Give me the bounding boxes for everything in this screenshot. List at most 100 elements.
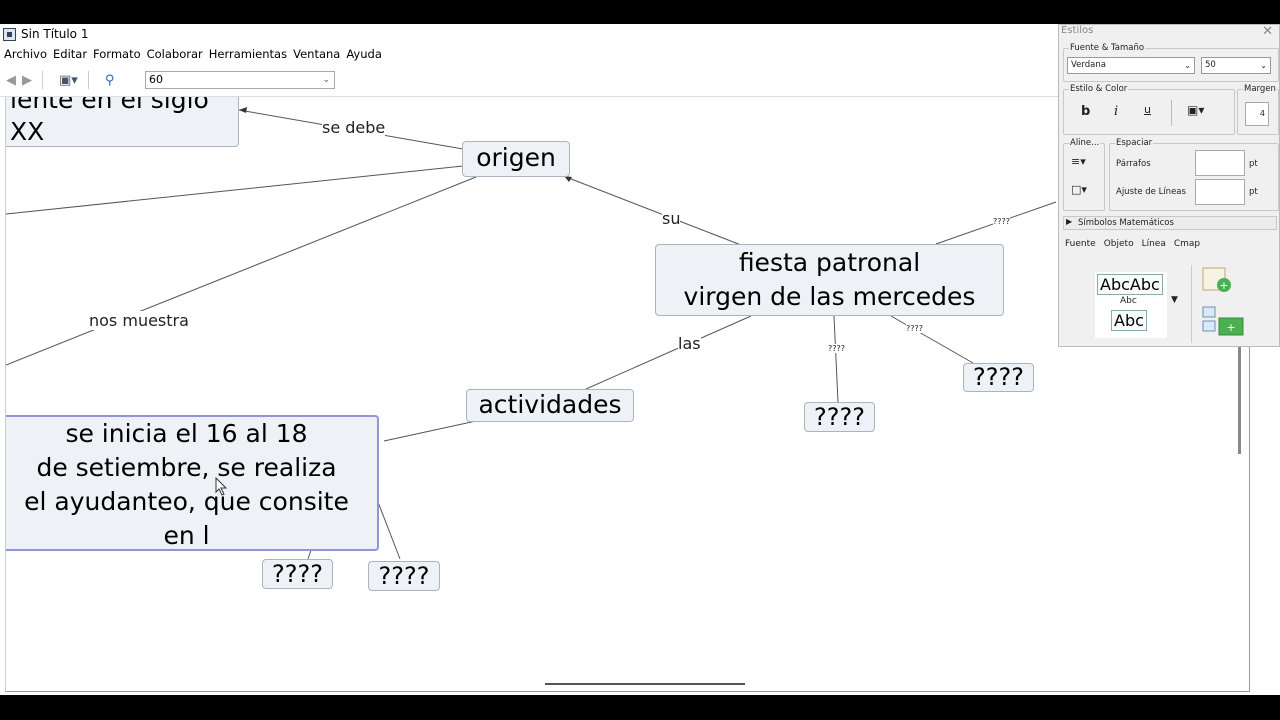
paragraph-spacing-input[interactable]: [1195, 150, 1245, 176]
chevron-down-icon: ⌄: [1260, 61, 1267, 70]
menu-formato[interactable]: Formato: [93, 47, 141, 61]
link-label-su[interactable]: su: [662, 209, 681, 228]
zoom-icon[interactable]: ⚲: [105, 73, 115, 88]
tab-cmap[interactable]: Cmap: [1174, 239, 1200, 249]
tab-objeto[interactable]: Objeto: [1104, 239, 1134, 249]
font-size-group-label: Fuente & Tamaño: [1069, 43, 1146, 53]
concept-node-actividades[interactable]: actividades: [466, 389, 634, 422]
svg-text:+: +: [1219, 279, 1228, 292]
concept-node-unknown[interactable]: ????: [804, 402, 875, 432]
underline-button[interactable]: u: [1144, 103, 1151, 116]
new-style-icon[interactable]: +: [1199, 265, 1239, 299]
paragraph-spacing-label: Párrafos: [1116, 159, 1151, 169]
top-black-bar: [0, 0, 1280, 24]
link-line: [585, 315, 752, 390]
zoom-value: 60: [149, 73, 163, 86]
menu-bar: Archivo Editar Formato Colaborar Herrami…: [0, 44, 1060, 64]
horizontal-scrollbar[interactable]: [545, 683, 745, 685]
forward-arrow-icon[interactable]: ▶: [22, 73, 32, 88]
expand-triangle-icon: ▶: [1066, 217, 1073, 226]
concept-node-unknown[interactable]: ????: [368, 561, 440, 591]
menu-ventana[interactable]: Ventana: [293, 47, 340, 61]
view-options-icon[interactable]: ▣▾: [59, 73, 78, 88]
link-label-unknown[interactable]: ????: [906, 324, 923, 333]
math-symbols-label: Símbolos Matemáticos: [1078, 218, 1174, 228]
math-symbols-section[interactable]: ▶ Símbolos Matemáticos: [1063, 216, 1277, 230]
chevron-down-icon: ⌄: [1184, 61, 1191, 70]
window-title: Sin Título 1: [21, 27, 89, 41]
vertical-scrollbar[interactable]: [1238, 344, 1241, 454]
margin-input[interactable]: 4: [1245, 102, 1269, 126]
font-size-select[interactable]: 50 ⌄: [1201, 57, 1271, 74]
toolbar: ◀ ▶ ▣▾ ⚲ 60 ⌄: [0, 64, 1060, 97]
tab-linea[interactable]: Línea: [1142, 239, 1166, 249]
concept-node-se-inicia[interactable]: se inicia el 16 al 18 de setiembre, se r…: [6, 415, 379, 551]
menu-colaborar[interactable]: Colaborar: [147, 47, 203, 61]
margin-group-label: Margen: [1243, 84, 1277, 94]
font-family-value: Verdana: [1071, 60, 1106, 70]
style-sample-medium: Abc: [1111, 310, 1147, 331]
link-line: [307, 549, 312, 560]
bottom-black-bar: [0, 695, 1280, 720]
app-icon: [3, 27, 16, 41]
menu-ayuda[interactable]: Ayuda: [346, 47, 382, 61]
align-group-label: Aline...: [1069, 138, 1101, 148]
font-family-select[interactable]: Verdana ⌄: [1067, 57, 1195, 74]
align-horizontal-icon[interactable]: □▾: [1071, 183, 1087, 196]
link-label-nos-muestra[interactable]: nos muestra: [89, 311, 189, 330]
svg-text:+: +: [1226, 321, 1235, 334]
spacing-group: Espaciar: [1109, 138, 1279, 211]
panel-separator: [1191, 265, 1192, 343]
link-line: [833, 315, 839, 403]
line-spacing-label: Ajuste de Líneas: [1116, 187, 1186, 197]
link-line: [890, 315, 974, 364]
close-icon[interactable]: ✕: [1262, 24, 1273, 39]
toolbar-separator: [1171, 100, 1172, 126]
link-label-se-debe[interactable]: se debe: [322, 118, 386, 137]
tab-fuente[interactable]: Fuente: [1065, 239, 1096, 249]
bold-button[interactable]: b: [1081, 104, 1090, 119]
chevron-down-icon[interactable]: ▼: [1171, 295, 1178, 305]
spacing-group-label: Espaciar: [1115, 138, 1154, 148]
line-spacing-unit: pt: [1249, 187, 1258, 197]
style-sample-small: Abc: [1120, 296, 1137, 306]
title-bar: Sin Título 1: [0, 24, 1060, 44]
menu-archivo[interactable]: Archivo: [4, 47, 47, 61]
concept-node-fiesta-patronal[interactable]: fiesta patronal virgen de las mercedes: [655, 244, 1004, 316]
chevron-down-icon: ⌄: [322, 75, 330, 85]
concept-node-siglo[interactable]: iente en el siglo XX: [6, 97, 239, 147]
link-label-unknown[interactable]: ????: [993, 217, 1010, 226]
menu-herramientas[interactable]: Herramientas: [209, 47, 287, 61]
zoom-select[interactable]: 60 ⌄: [145, 71, 335, 89]
text-color-icon[interactable]: ▣▾: [1187, 103, 1204, 117]
link-label-unknown[interactable]: ????: [828, 344, 845, 353]
link-line: [565, 176, 742, 246]
toolbar-separator: [87, 71, 89, 89]
line-spacing-input[interactable]: [1195, 179, 1245, 205]
arrow-head: [239, 107, 247, 113]
add-style-group-icon[interactable]: +: [1199, 303, 1247, 339]
style-sample-large: AbcAbc: [1097, 274, 1163, 295]
mouse-cursor-icon: [215, 477, 228, 496]
styles-panel: Estilos ✕ Fuente & Tamaño Verdana ⌄ 50 ⌄…: [1058, 24, 1280, 347]
concept-node-unknown[interactable]: ????: [262, 559, 333, 589]
link-label-las[interactable]: las: [678, 334, 701, 353]
concept-node-unknown[interactable]: ????: [963, 363, 1034, 392]
align-group: Aline...: [1063, 138, 1105, 211]
styles-panel-title: Estilos: [1061, 25, 1094, 36]
font-size-value: 50: [1205, 60, 1216, 70]
style-color-group-label: Estilo & Color: [1069, 84, 1129, 94]
link-line: [6, 165, 464, 215]
link-line: [6, 176, 477, 366]
menu-editar[interactable]: Editar: [53, 47, 87, 61]
styles-tabs: Fuente Objeto Línea Cmap: [1065, 239, 1208, 249]
concept-node-origen[interactable]: origen: [462, 141, 570, 177]
back-arrow-icon[interactable]: ◀: [6, 73, 16, 88]
italic-button[interactable]: i: [1114, 104, 1118, 119]
align-vertical-icon[interactable]: ≡▾: [1071, 155, 1086, 168]
margin-value: 4: [1259, 109, 1265, 118]
style-preview-box[interactable]: AbcAbc Abc Abc: [1095, 272, 1167, 338]
link-line: [383, 420, 477, 442]
paragraph-spacing-unit: pt: [1249, 159, 1258, 169]
link-line: [377, 501, 401, 560]
